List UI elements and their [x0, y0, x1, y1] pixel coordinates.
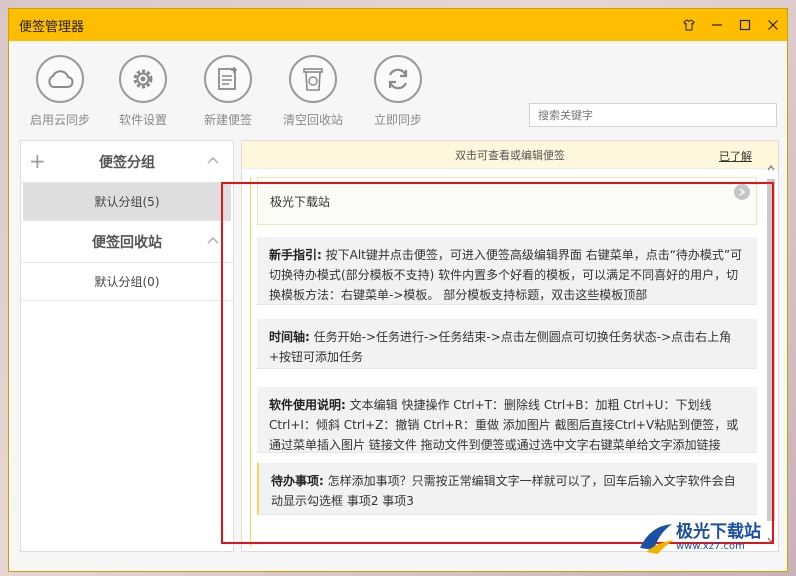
- app-window: 便签管理器 启用云同步 软件设置 新建便签 清空回收站 立即同步 搜索关键字 +…: [8, 8, 788, 572]
- minimize-button[interactable]: [703, 9, 731, 41]
- window-title: 便签管理器: [19, 19, 85, 35]
- note-title: 时间轴:: [269, 330, 310, 344]
- sidebar: + 便签分组 默认分组(5) 便签回收站 默认分组(0): [20, 140, 234, 552]
- scroll-down-arrow[interactable]: [766, 535, 776, 545]
- note-title: 新手指引:: [269, 248, 322, 262]
- note-groups-header[interactable]: + 便签分组: [21, 141, 233, 183]
- toolbar-label: 软件设置: [118, 113, 167, 127]
- scrollbar-thumb[interactable]: [767, 179, 775, 521]
- recycle-bin-header[interactable]: 便签回收站: [21, 221, 233, 263]
- new-note-button[interactable]: 新建便签: [193, 55, 263, 128]
- enable-cloud-sync-button[interactable]: 启用云同步: [25, 55, 95, 128]
- gear-icon: [133, 69, 153, 89]
- settings-button[interactable]: 软件设置: [108, 55, 178, 128]
- chevron-up-icon[interactable]: [207, 236, 219, 244]
- watermark: 极光下载站 www.xz7.com: [636, 520, 761, 556]
- note-title: 软件使用说明:: [269, 398, 346, 412]
- note-groups-title: 便签分组: [99, 154, 155, 171]
- shirt-icon: [683, 19, 695, 31]
- note-card[interactable]: 时间轴: 任务开始->任务进行->任务结束->点击左侧圆点可切换任务状态->点击…: [257, 319, 757, 369]
- note-card[interactable]: 待办事项: 怎样添加事项？只需按正常编辑文字一样就可以了，回车后输入文字软件会自…: [257, 463, 757, 515]
- watermark-url: www.xz7.com: [676, 541, 745, 552]
- note-body: 怎样添加事项？只需按正常编辑文字一样就可以了，回车后输入文字软件会自动显示勾选框…: [271, 474, 736, 508]
- hint-bar: 双击可查看或编辑便签 已了解: [242, 141, 778, 169]
- hint-text: 双击可查看或编辑便签: [455, 148, 565, 162]
- minimize-icon: [712, 24, 722, 26]
- note-card[interactable]: 极光下载站: [257, 177, 757, 225]
- toolbar-label: 立即同步: [373, 113, 422, 127]
- add-group-icon[interactable]: +: [29, 151, 46, 171]
- watermark-name: 极光下载站: [676, 522, 761, 542]
- toolbar: 启用云同步 软件设置 新建便签 清空回收站 立即同步 搜索关键字: [9, 41, 787, 139]
- theme-button[interactable]: [675, 9, 703, 41]
- note-card[interactable]: 软件使用说明: 文本编辑 快捷操作 Ctrl+T：删除线 Ctrl+B：加粗 C…: [257, 387, 757, 453]
- chevron-up-icon[interactable]: [207, 156, 219, 164]
- chevron-down-icon: [767, 537, 775, 543]
- title-bar[interactable]: 便签管理器: [9, 9, 787, 41]
- search-input[interactable]: [529, 103, 777, 127]
- note-title: 待办事项:: [271, 474, 324, 488]
- maximize-icon: [739, 19, 751, 31]
- toolbar-label: 启用云同步: [29, 113, 90, 127]
- new-note-icon: [218, 67, 237, 90]
- recycle-bin-icon: [303, 68, 323, 91]
- notes-panel: 双击可查看或编辑便签 已了解 极光下载站 新手指引: 按下Alt键并点击便签，可…: [241, 140, 779, 552]
- sync-now-button[interactable]: 立即同步: [363, 55, 433, 128]
- sidebar-item-recycle-default-group[interactable]: 默认分组(0): [21, 263, 233, 301]
- sidebar-item-default-group[interactable]: 默认分组(5): [23, 183, 231, 221]
- toolbar-label: 新建便签: [203, 113, 252, 127]
- note-body: 任务开始->任务进行->任务结束->点击左侧圆点可切换任务状态->点击右上角+按…: [269, 330, 732, 364]
- empty-recycle-bin-button[interactable]: 清空回收站: [278, 55, 348, 128]
- chevron-right-icon: [739, 188, 746, 196]
- note-body: 按下Alt键并点击便签，可进入便签高级编辑界面 右键菜单，点击“待办模式”可切换…: [269, 248, 743, 302]
- refresh-icon: [388, 68, 408, 90]
- note-close-button[interactable]: [734, 184, 750, 200]
- close-icon: [768, 20, 778, 30]
- toolbar-label: 清空回收站: [282, 113, 343, 127]
- notes-list: 极光下载站 新手指引: 按下Alt键并点击便签，可进入便签高级编辑界面 右键菜单…: [250, 177, 760, 547]
- chevron-up-icon: [767, 165, 775, 171]
- recycle-bin-title: 便签回收站: [92, 234, 162, 251]
- cloud-icon: [48, 70, 74, 88]
- scrollbar[interactable]: [766, 161, 776, 547]
- note-body: 极光下载站: [270, 195, 331, 209]
- scroll-up-arrow[interactable]: [766, 163, 776, 173]
- dismiss-hint-link[interactable]: 已了解: [719, 148, 752, 164]
- close-button[interactable]: [759, 9, 787, 41]
- watermark-logo-icon: [640, 524, 674, 554]
- maximize-button[interactable]: [731, 9, 759, 41]
- note-card[interactable]: 新手指引: 按下Alt键并点击便签，可进入便签高级编辑界面 右键菜单，点击“待办…: [257, 237, 757, 305]
